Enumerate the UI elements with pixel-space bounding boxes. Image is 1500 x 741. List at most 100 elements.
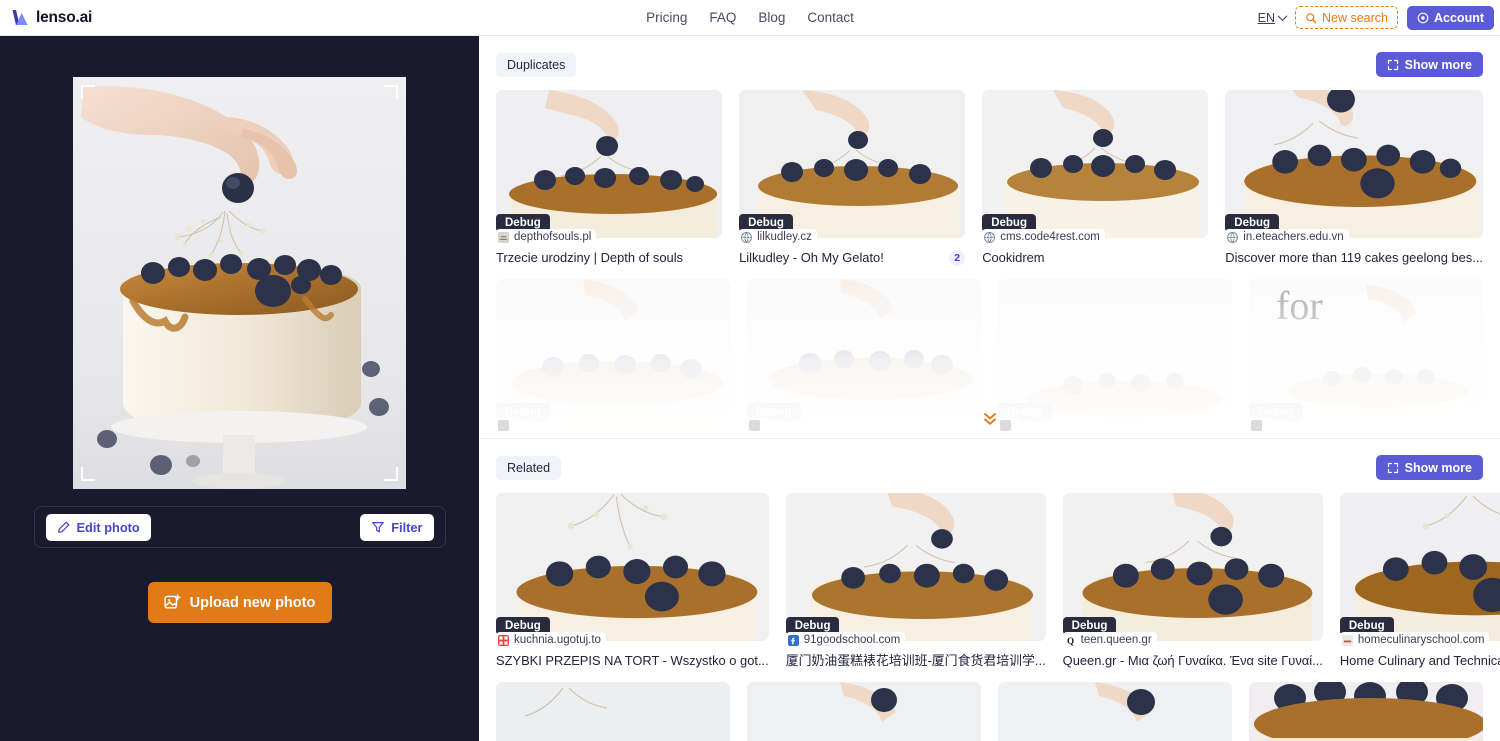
card-domain-text: teen.queen.gr — [1080, 634, 1152, 647]
section-related: Related Show more Debug kuchnia.ugotuj.t… — [479, 439, 1500, 741]
result-card[interactable]: Debug lilkudley.cz Lilkudley - Oh My Gel… — [739, 90, 966, 267]
card-thumbnail[interactable]: Debug — [739, 90, 966, 238]
crop-handle-bottom-left[interactable] — [81, 467, 95, 481]
card-title: Home Culinary and Technical School in Pa… — [1339, 653, 1500, 669]
favicon-icon — [1251, 420, 1262, 432]
card-domain-text: cms.code4rest.com — [1000, 231, 1100, 243]
card-thumbnail[interactable]: Debug — [496, 493, 769, 642]
result-card[interactable]: Debug depthofsouls.pl Trzecie urodziny |… — [496, 90, 723, 266]
card-title: Cookidrem — [982, 250, 1045, 265]
favicon-icon — [498, 634, 509, 646]
card-title-row: 厦门奶油蛋糕裱花培训班-厦门食货君培训学... — [786, 653, 1046, 669]
nav-item-faq[interactable]: FAQ — [709, 10, 736, 25]
expand-duplicates-button[interactable] — [977, 408, 1003, 430]
favicon-icon — [749, 420, 760, 432]
result-card[interactable] — [747, 682, 981, 741]
card-image — [1249, 682, 1483, 741]
favicon-icon — [741, 231, 753, 243]
favicon-icon: Q — [1064, 634, 1076, 646]
card-title: SZYBKI PRZEPIS NA TORT - Wszystko o got.… — [496, 653, 769, 669]
duplicates-header: Duplicates Show more — [479, 36, 1500, 77]
card-domain: 91goodschool.com — [785, 632, 906, 649]
card-domain-text: in.eteachers.edu.vn — [1243, 231, 1344, 243]
favicon-icon — [787, 634, 799, 646]
card-thumbnail[interactable] — [496, 682, 730, 741]
query-photo-frame[interactable] — [73, 77, 406, 489]
card-domain: in.eteachers.edu.vn — [1225, 229, 1349, 245]
card-domain: cms.code4rest.com — [982, 229, 1105, 245]
result-card[interactable] — [496, 682, 730, 741]
card-thumbnail[interactable]: for Debug — [1249, 279, 1483, 428]
query-photo — [73, 77, 406, 489]
nav-item-pricing[interactable]: Pricing — [646, 10, 687, 25]
result-card[interactable]: Debug — [998, 279, 1232, 438]
result-card[interactable]: Debug homeculinaryschool.com Home Culina… — [1339, 493, 1500, 669]
svg-text:for: for — [1276, 283, 1323, 328]
results-panel: Duplicates Show more Debug depthofsouls.… — [479, 36, 1500, 741]
card-title: 厦门奶油蛋糕裱花培训班-厦门食货君培训学... — [785, 653, 1046, 669]
duplicates-grid-row-1: Debug depthofsouls.pl Trzecie urodziny |… — [479, 77, 1500, 267]
section-chip-related: Related — [496, 455, 562, 480]
show-more-related-button[interactable]: Show more — [1375, 455, 1483, 481]
card-image — [496, 682, 730, 741]
favicon-icon — [984, 231, 996, 243]
card-count-badge: 2 — [949, 250, 966, 267]
duplicates-grid-row-2-collapsed: Debug Debug Debug for Debug — [479, 266, 1500, 439]
main-nav: Pricing FAQ Blog Contact — [0, 10, 1500, 25]
photo-sidebar: Edit photo Filter Upload new photo — [0, 36, 479, 741]
card-title-row: Discover more than 119 cakes geelong bes… — [1225, 250, 1483, 266]
card-title-row: SZYBKI PRZEPIS NA TORT - Wszystko o got.… — [496, 653, 769, 669]
edit-icon — [57, 521, 69, 533]
crop-handle-top-left[interactable] — [81, 85, 95, 99]
card-domain — [747, 418, 770, 434]
result-card[interactable] — [998, 682, 1232, 741]
card-title: Trzecie urodziny | Depth of souls — [496, 250, 684, 265]
result-card[interactable]: Debug 91goodschool.com 厦门奶油蛋糕裱花培训班-厦门食货君… — [785, 493, 1046, 669]
card-thumbnail[interactable]: Debug — [1062, 493, 1323, 642]
result-card[interactable]: Debug Q teen.queen.gr Queen.gr - Μια ζωή… — [1062, 493, 1323, 669]
show-more-label: Show more — [1404, 57, 1472, 72]
result-card[interactable] — [1249, 682, 1483, 741]
card-thumbnail[interactable] — [998, 682, 1232, 741]
result-card[interactable]: for Debug — [1249, 279, 1483, 438]
card-thumbnail[interactable] — [747, 682, 981, 741]
nav-item-contact[interactable]: Contact — [807, 10, 854, 25]
card-domain: Q teen.queen.gr — [1062, 632, 1157, 649]
card-domain — [496, 418, 519, 434]
card-thumbnail[interactable]: Debug — [496, 279, 730, 428]
card-domain: homeculinaryschool.com — [1339, 632, 1490, 649]
card-thumbnail[interactable]: Debug — [747, 279, 981, 428]
upload-label: Upload new photo — [189, 594, 316, 611]
crop-handle-bottom-right[interactable] — [384, 467, 398, 481]
card-thumbnail[interactable]: Debug — [496, 90, 723, 238]
crop-handle-top-right[interactable] — [384, 85, 398, 99]
card-thumbnail[interactable]: Debug — [1339, 493, 1500, 642]
top-header: lenso.ai Pricing FAQ Blog Contact EN New… — [0, 0, 1500, 36]
show-more-duplicates-button[interactable]: Show more — [1375, 52, 1483, 77]
card-thumbnail[interactable]: Debug — [998, 279, 1232, 428]
card-thumbnail[interactable]: Debug — [1225, 90, 1483, 238]
card-domain-text: lilkudley.cz — [757, 231, 812, 243]
related-header: Related Show more — [479, 439, 1500, 481]
result-card[interactable]: Debug in.eteachers.edu.vn Discover more … — [1225, 90, 1483, 266]
nav-item-blog[interactable]: Blog — [758, 10, 785, 25]
result-card[interactable]: Debug — [496, 279, 730, 438]
show-more-label: Show more — [1404, 460, 1472, 475]
result-card[interactable]: Debug kuchnia.ugotuj.to SZYBKI PRZEPIS N… — [496, 493, 769, 669]
favicon-icon — [1227, 231, 1239, 243]
upload-new-photo-button[interactable]: Upload new photo — [147, 582, 332, 623]
card-domain: depthofsouls.pl — [496, 229, 597, 245]
edit-photo-button[interactable]: Edit photo — [45, 513, 151, 541]
filter-button[interactable]: Filter — [360, 513, 434, 541]
card-domain — [1249, 418, 1272, 434]
card-thumbnail[interactable] — [1249, 682, 1483, 741]
card-thumbnail[interactable]: Debug — [982, 90, 1209, 238]
result-card[interactable]: Debug cms.code4rest.com Cookidrem — [982, 90, 1209, 266]
photo-toolbar: Edit photo Filter — [33, 506, 446, 548]
card-title-row: Trzecie urodziny | Depth of souls — [496, 250, 722, 266]
card-domain-text: homeculinaryschool.com — [1357, 634, 1485, 647]
card-title: Lilkudley - Oh My Gelato! — [739, 250, 884, 265]
result-card[interactable]: Debug — [747, 279, 981, 438]
section-duplicates: Duplicates Show more Debug depthofsouls.… — [479, 36, 1500, 440]
card-thumbnail[interactable]: Debug — [785, 493, 1046, 642]
